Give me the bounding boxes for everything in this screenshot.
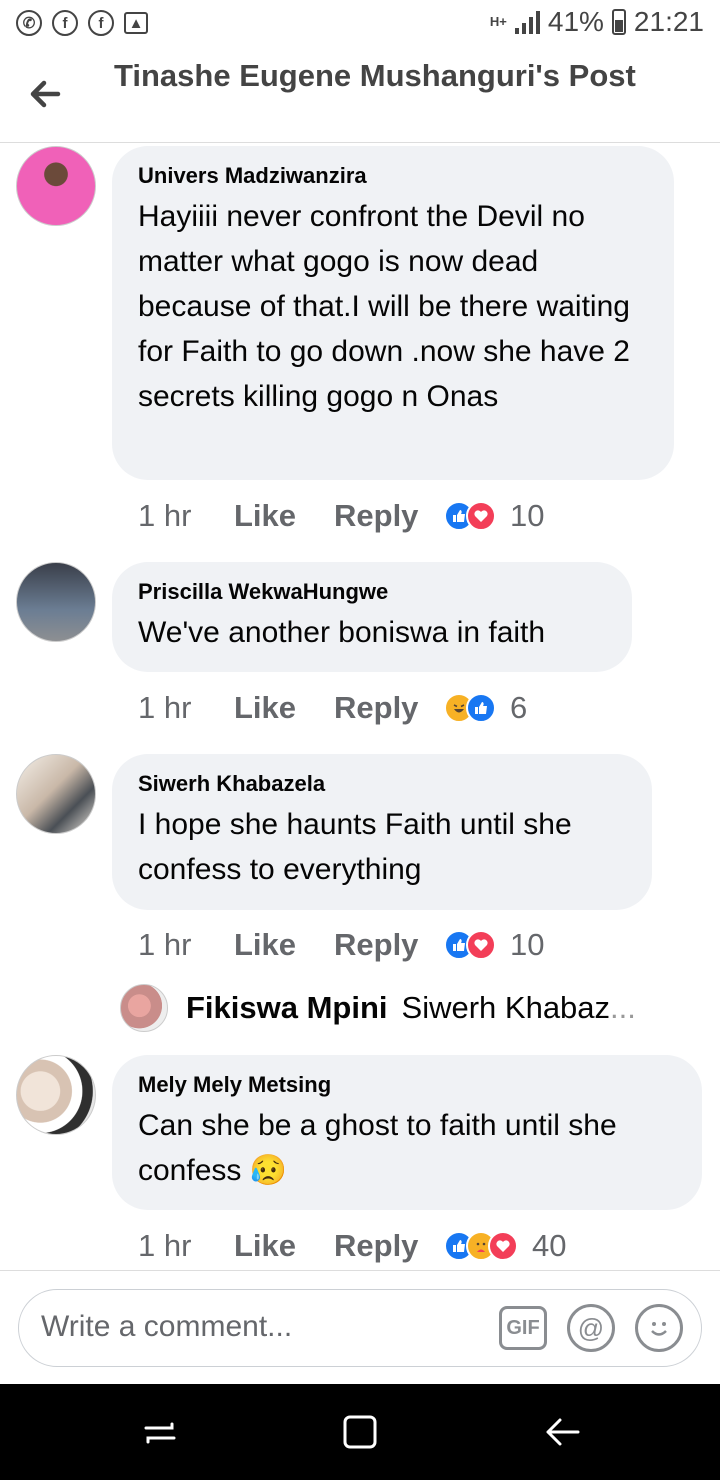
battery-percent: 41% xyxy=(547,6,604,37)
gif-icon[interactable]: GIF xyxy=(499,1306,547,1350)
like-button[interactable]: Like xyxy=(234,1228,334,1264)
love-reaction-icon xyxy=(466,930,496,960)
like-button[interactable]: Like xyxy=(234,927,334,963)
avatar[interactable] xyxy=(120,984,168,1032)
love-reaction-icon xyxy=(466,501,496,531)
comment-author[interactable]: Mely Mely Metsing xyxy=(138,1069,676,1101)
avatar[interactable] xyxy=(16,1055,96,1135)
comment-time[interactable]: 1 hr xyxy=(138,927,234,963)
signal-icon xyxy=(514,10,540,34)
reply-button[interactable]: Reply xyxy=(334,1228,444,1264)
battery-icon xyxy=(611,9,626,35)
reply-author[interactable]: Fikiswa Mpini xyxy=(186,990,388,1026)
back-icon[interactable] xyxy=(540,1410,584,1454)
comment-time[interactable]: 1 hr xyxy=(138,690,234,726)
like-button[interactable]: Like xyxy=(234,498,334,534)
comment-composer: Write a comment... GIF @ xyxy=(0,1270,720,1383)
whatsapp-icon: ✆ xyxy=(16,10,42,36)
reply-preview[interactable]: Fikiswa Mpini Siwerh Khabaz ... xyxy=(120,982,636,1034)
clock: 21:21 xyxy=(633,6,704,37)
like-button[interactable]: Like xyxy=(234,690,334,726)
comment-text: We've another boniswa in faith xyxy=(138,616,546,649)
mention-icon[interactable]: @ xyxy=(567,1304,615,1352)
avatar[interactable] xyxy=(16,146,96,226)
system-nav-bar xyxy=(0,1384,720,1480)
comment-author[interactable]: Univers Madziwanzira xyxy=(138,160,648,192)
comment-time[interactable]: 1 hr xyxy=(138,498,234,534)
recents-icon[interactable] xyxy=(138,1410,182,1454)
comment-input[interactable]: Write a comment... GIF @ xyxy=(18,1289,702,1367)
love-reaction-icon xyxy=(488,1231,518,1261)
reactions[interactable]: 40 xyxy=(444,1228,566,1264)
comment-bubble[interactable]: Univers Madziwanzira Hayiiii never confr… xyxy=(112,146,674,480)
comment-actions: 1 hr Like Reply 10 xyxy=(138,925,544,965)
reactions[interactable]: 6 xyxy=(444,690,527,726)
comment-text: Can she be a ghost to faith until she co… xyxy=(138,1109,617,1187)
facebook-icon: f xyxy=(52,10,78,36)
comment-bubble[interactable]: Priscilla WekwaHungwe We've another boni… xyxy=(112,562,632,672)
comment-author[interactable]: Priscilla WekwaHungwe xyxy=(138,576,606,608)
comment-bubble[interactable]: Siwerh Khabazela I hope she haunts Faith… xyxy=(112,754,652,910)
reactions[interactable]: 10 xyxy=(444,498,544,534)
comment-time[interactable]: 1 hr xyxy=(138,1228,234,1264)
reaction-count: 10 xyxy=(510,927,545,962)
like-reaction-icon xyxy=(466,693,496,723)
reply-button[interactable]: Reply xyxy=(334,498,444,534)
comment-actions: 1 hr Like Reply 40 xyxy=(138,1226,566,1266)
comment-bubble[interactable]: Mely Mely Metsing Can she be a ghost to … xyxy=(112,1055,702,1210)
status-bar: ✆ f f ▲ H+ 41% 21:21 xyxy=(0,0,720,48)
comment-text: Hayiiii never confront the Devil no matt… xyxy=(138,200,630,413)
reply-button[interactable]: Reply xyxy=(334,690,444,726)
reply-ellipsis: ... xyxy=(610,990,636,1025)
network-type: H+ xyxy=(489,14,507,29)
avatar[interactable] xyxy=(16,562,96,642)
page-title: Tinashe Eugene Mushanguri's Post xyxy=(114,58,636,93)
image-icon: ▲ xyxy=(124,12,148,34)
reaction-count: 40 xyxy=(532,1228,567,1263)
facebook-icon: f xyxy=(88,10,114,36)
reply-text: Siwerh Khabaz xyxy=(401,990,611,1025)
reaction-count: 10 xyxy=(510,498,545,533)
back-arrow-icon[interactable] xyxy=(24,72,68,116)
comment-actions: 1 hr Like Reply 6 xyxy=(138,688,527,728)
comment-text: I hope she haunts Faith until she confes… xyxy=(138,808,572,886)
home-icon[interactable] xyxy=(338,1410,382,1454)
reactions[interactable]: 10 xyxy=(444,927,544,963)
avatar[interactable] xyxy=(16,754,96,834)
reply-button[interactable]: Reply xyxy=(334,927,444,963)
comment-author[interactable]: Siwerh Khabazela xyxy=(138,768,626,800)
comment-placeholder: Write a comment... xyxy=(41,1310,293,1343)
comment-actions: 1 hr Like Reply 10 xyxy=(138,496,544,536)
post-header: Tinashe Eugene Mushanguri's Post xyxy=(0,48,720,143)
emoji-icon[interactable] xyxy=(635,1304,683,1352)
reaction-count: 6 xyxy=(510,690,528,725)
